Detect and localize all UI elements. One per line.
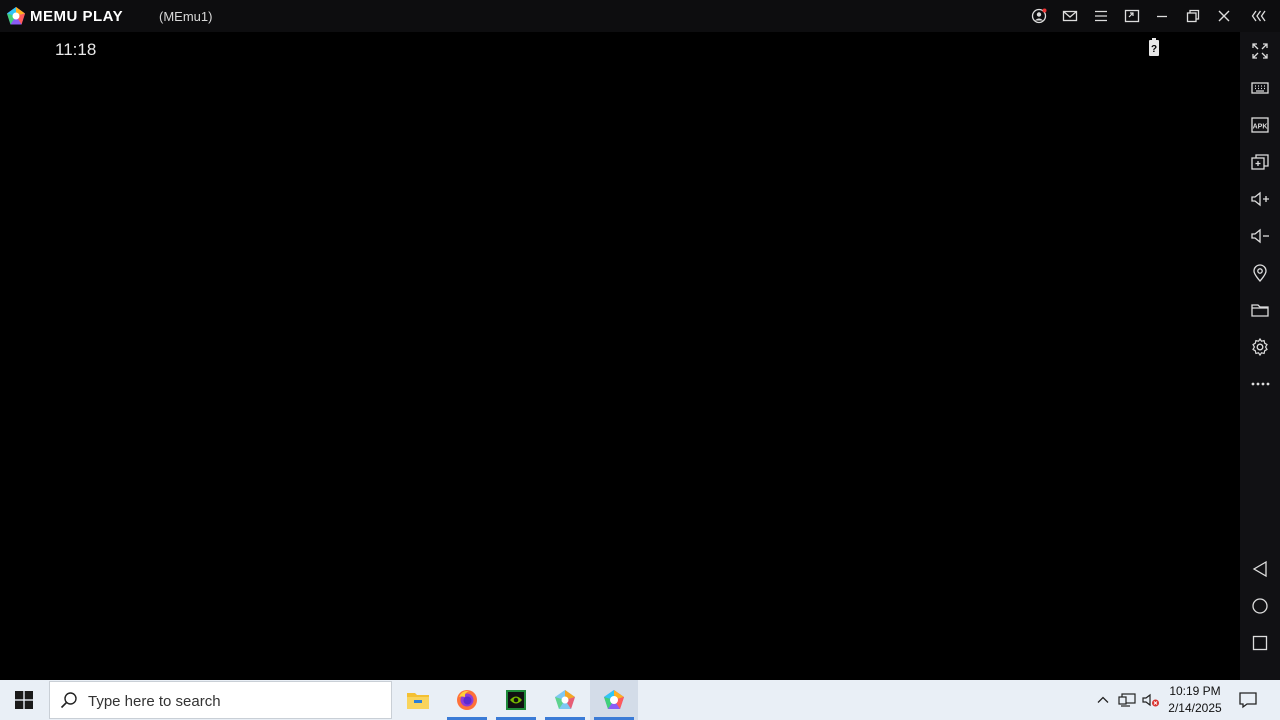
restore-button[interactable] [1180, 4, 1206, 28]
app-brand: MEMU PLAY [30, 8, 124, 25]
keyboard-mapping-button[interactable] [1248, 76, 1272, 100]
firefox-icon [457, 690, 477, 710]
gear-icon [1252, 337, 1268, 357]
add-window-icon [1251, 154, 1269, 170]
search-icon [60, 692, 77, 709]
home-circle-icon [1252, 598, 1268, 614]
file-explorer-icon [407, 693, 429, 709]
volume-status-button[interactable] [1140, 680, 1162, 720]
nvidia-icon [506, 690, 526, 710]
memu-multi-icon [555, 690, 575, 709]
memu-play-icon [604, 690, 624, 709]
close-button[interactable] [1211, 4, 1237, 28]
notification-icon [1239, 692, 1257, 709]
messages-button[interactable] [1057, 4, 1083, 28]
window-mode-icon [1124, 9, 1140, 23]
notifications-button[interactable] [1234, 680, 1262, 720]
taskbar-app-nvidia[interactable] [492, 680, 540, 720]
network-status-button[interactable] [1116, 680, 1138, 720]
android-recents-button[interactable] [1248, 631, 1272, 655]
hamburger-menu-icon [1095, 10, 1107, 22]
close-icon [1218, 10, 1230, 22]
location-pin-icon [1253, 264, 1267, 282]
battery-unknown-icon: ? [1149, 38, 1159, 56]
svg-text:APK: APK [1253, 124, 1268, 131]
search-placeholder: Type here to search [88, 693, 221, 710]
apk-icon: APK [1251, 117, 1269, 133]
keyboard-icon [1251, 82, 1269, 94]
instance-name: (MEmu1) [159, 9, 213, 24]
back-triangle-icon [1252, 560, 1267, 578]
windows-logo-icon [15, 691, 33, 709]
settings-button[interactable] [1248, 335, 1272, 359]
svg-text:?: ? [1151, 44, 1157, 55]
title-bar: MEMU PLAY (MEmu1) [0, 0, 1280, 32]
taskbar-clock[interactable]: 10:19 PM 2/14/2025 [1164, 683, 1226, 717]
windows-taskbar: Type here to search 10:19 PM 2/14/2025 [0, 680, 1280, 720]
menu-button[interactable] [1088, 4, 1114, 28]
taskbar-app-memu-multi[interactable] [541, 680, 589, 720]
memu-logo-icon [7, 7, 25, 25]
location-button[interactable] [1248, 261, 1272, 285]
android-back-button[interactable] [1248, 557, 1272, 581]
multi-instance-button[interactable] [1248, 150, 1272, 174]
volume-down-icon [1251, 228, 1269, 244]
status-bar-clock: 11:18 [55, 40, 97, 59]
volume-up-icon [1251, 191, 1269, 207]
folder-icon [1251, 304, 1269, 317]
restore-icon [1186, 9, 1200, 23]
taskbar-app-memu-play[interactable] [590, 680, 638, 720]
clock-time: 10:19 PM [1169, 684, 1221, 698]
chevron-up-icon [1097, 696, 1109, 703]
shared-folder-button[interactable] [1248, 298, 1272, 322]
taskbar-search[interactable]: Type here to search [49, 681, 392, 719]
minimize-button[interactable] [1149, 4, 1175, 28]
more-button[interactable] [1248, 372, 1272, 396]
taskbar-app-file-explorer[interactable] [394, 680, 442, 720]
volume-up-button[interactable] [1248, 187, 1272, 211]
collapse-sidebar-button[interactable] [1246, 4, 1272, 28]
fullscreen-icon [1252, 43, 1268, 59]
right-toolbar: APK [1240, 32, 1280, 680]
android-home-button[interactable] [1248, 594, 1272, 618]
show-hidden-icons-button[interactable] [1092, 680, 1114, 720]
install-apk-button[interactable]: APK [1248, 113, 1272, 137]
window-mode-button[interactable] [1119, 4, 1145, 28]
mail-icon [1062, 10, 1078, 22]
volume-down-button[interactable] [1248, 224, 1272, 248]
fullscreen-button[interactable] [1248, 39, 1272, 63]
more-dots-icon [1251, 382, 1270, 386]
speaker-muted-icon [1142, 693, 1159, 707]
account-icon [1031, 8, 1047, 24]
clock-date: 2/14/2025 [1168, 701, 1222, 715]
start-button[interactable] [0, 680, 48, 720]
taskbar-app-firefox[interactable] [443, 680, 491, 720]
account-button[interactable] [1026, 4, 1052, 28]
chevrons-left-icon [1251, 10, 1266, 22]
recents-square-icon [1252, 635, 1268, 651]
network-icon [1118, 693, 1136, 707]
android-screen[interactable]: 11:18 ? [0, 32, 1240, 680]
minimize-icon [1157, 15, 1167, 18]
